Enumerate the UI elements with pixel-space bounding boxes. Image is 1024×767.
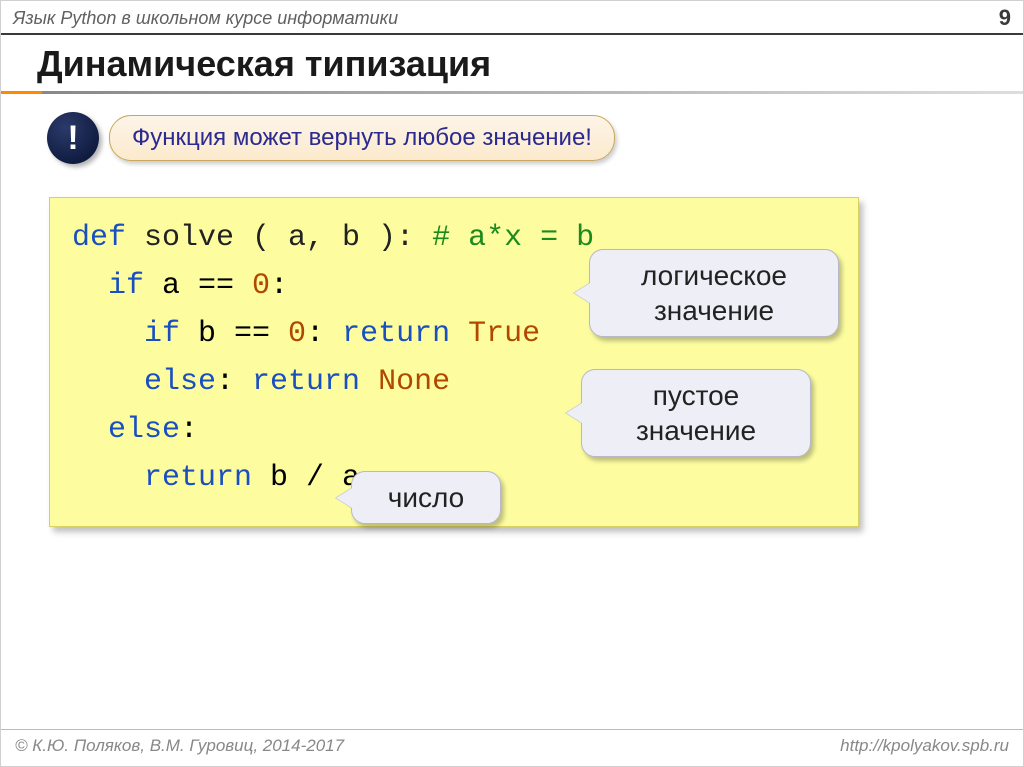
comment: # a*x = b bbox=[414, 221, 594, 255]
keyword-def: def bbox=[72, 221, 126, 255]
keyword-else: else bbox=[108, 413, 180, 447]
func-signature: solve ( a, b ): bbox=[126, 221, 414, 255]
keyword-else: else bbox=[144, 365, 216, 399]
exclamation-icon: ! bbox=[47, 112, 99, 164]
literal-true: True bbox=[468, 317, 540, 351]
footer: © К.Ю. Поляков, В.М. Гуровиц, 2014-2017 … bbox=[1, 729, 1023, 766]
keyword-return: return bbox=[144, 461, 252, 495]
condition: b == bbox=[180, 317, 288, 351]
balloon-logical: логическое значение bbox=[589, 249, 839, 337]
header-bar: Язык Python в школьном курсе информатики… bbox=[1, 1, 1023, 35]
title-underline bbox=[1, 91, 1023, 94]
balloon-label: логическое значение bbox=[641, 260, 787, 326]
colon: : bbox=[306, 317, 342, 351]
balloon-empty: пустое значение bbox=[581, 369, 811, 457]
balloon-tail-icon bbox=[336, 488, 352, 508]
literal-none: None bbox=[378, 365, 450, 399]
balloon-label: пустое значение bbox=[636, 380, 756, 446]
keyword-if: if bbox=[108, 269, 144, 303]
literal-zero: 0 bbox=[288, 317, 306, 351]
condition: a == bbox=[144, 269, 252, 303]
balloon-tail-icon bbox=[574, 283, 590, 303]
callout-pill: Функция может вернуть любое значение! bbox=[109, 115, 615, 161]
page-number: 9 bbox=[999, 5, 1011, 31]
colon: : bbox=[216, 365, 252, 399]
balloon-tail-icon bbox=[566, 403, 582, 423]
slide: Язык Python в школьном курсе информатики… bbox=[0, 0, 1024, 767]
footer-url: http://kpolyakov.spb.ru bbox=[840, 736, 1009, 756]
footer-copyright: © К.Ю. Поляков, В.М. Гуровиц, 2014-2017 bbox=[15, 736, 344, 756]
colon: : bbox=[180, 413, 198, 447]
balloon-number: число bbox=[351, 471, 501, 524]
keyword-if: if bbox=[144, 317, 180, 351]
keyword-return: return bbox=[342, 317, 468, 351]
literal-zero: 0 bbox=[252, 269, 270, 303]
keyword-return: return bbox=[252, 365, 378, 399]
balloon-label: число bbox=[388, 482, 464, 513]
callout-row: ! Функция может вернуть любое значение! bbox=[47, 112, 1023, 164]
colon: : bbox=[270, 269, 288, 303]
slide-title: Динамическая типизация bbox=[1, 35, 1023, 91]
course-title: Язык Python в школьном курсе информатики bbox=[13, 8, 398, 29]
